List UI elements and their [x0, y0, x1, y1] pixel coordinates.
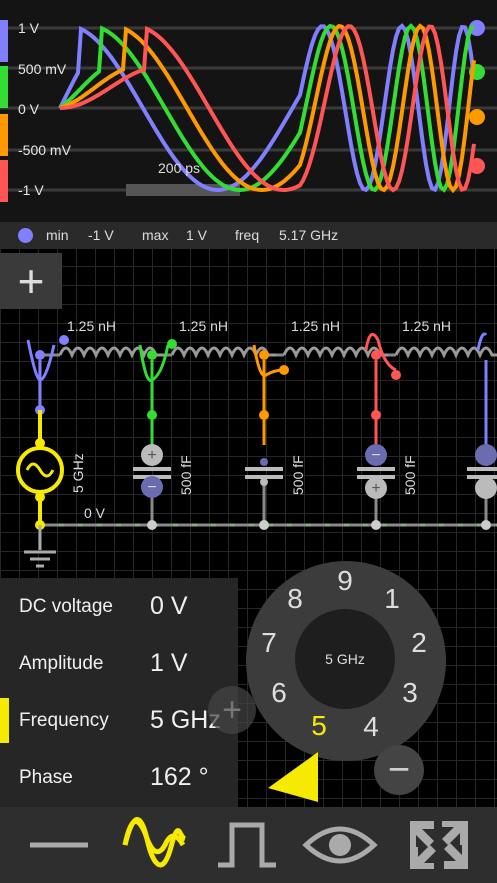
increment-button[interactable]: + — [208, 686, 256, 734]
shuffle-icon[interactable] — [390, 807, 489, 883]
add-component-button[interactable]: + — [0, 253, 62, 309]
sine-source-tool-icon[interactable] — [105, 807, 204, 883]
inductor-label-2: 1.25 nH — [179, 318, 229, 334]
property-value: 1 V — [150, 649, 188, 677]
inductor-label-1: 1.25 nH — [67, 318, 117, 334]
property-frequency[interactable]: Frequency 5 GHz — [0, 692, 238, 749]
svg-text:−: − — [147, 479, 156, 496]
freq-value: 5.17 GHz — [279, 227, 339, 243]
rotary-dial[interactable]: 5 GHz 9 1 2 3 4 5 6 7 8 — [246, 561, 446, 761]
decrement-button[interactable]: − — [374, 745, 424, 795]
max-label: max — [142, 227, 169, 243]
oscilloscope-panel[interactable]: 1 V 500 mV 0 V -500 mV -1 V 200 ps — [0, 0, 497, 222]
ground-voltage-label: 0 V — [84, 505, 106, 521]
oscilloscope-plot — [0, 20, 497, 196]
property-label: Frequency — [19, 710, 109, 731]
dial-number-5[interactable]: 5 — [304, 710, 334, 742]
freq-label: freq — [235, 227, 260, 243]
y-label-minus-1v: -1 V — [18, 182, 44, 198]
property-dc-voltage[interactable]: DC voltage 0 V — [0, 578, 238, 635]
dial-number-8[interactable]: 8 — [280, 583, 310, 615]
capacitor-label-1: 500 fF — [178, 455, 194, 495]
channel-3-swatch — [0, 114, 8, 156]
dial-number-3[interactable]: 3 — [395, 677, 425, 709]
property-label: Phase — [19, 767, 73, 788]
min-label: min — [46, 227, 69, 243]
timebase-label: 200 ps — [158, 160, 201, 176]
inductor-label-3: 1.25 nH — [291, 318, 341, 334]
property-label: Amplitude — [19, 653, 104, 674]
source-frequency-label: 5 GHz — [70, 453, 86, 493]
y-label-0v: 0 V — [18, 101, 40, 117]
wire-tool-icon[interactable] — [10, 807, 109, 883]
pulse-source-tool-icon[interactable] — [198, 807, 297, 883]
channel-4-swatch — [0, 160, 8, 202]
y-label-minus-500mv: -500 mV — [18, 142, 71, 158]
bottom-toolbar — [0, 807, 497, 883]
dial-center-value: 5 GHz — [295, 609, 395, 709]
inductor-label-4: 1.25 nH — [402, 318, 452, 334]
eye-icon[interactable] — [290, 807, 389, 883]
property-label: DC voltage — [19, 596, 113, 617]
probe-color-dot — [18, 228, 33, 243]
max-value: 1 V — [186, 227, 208, 243]
y-label-500mv: 500 mV — [18, 61, 67, 77]
channel-2-swatch — [0, 66, 8, 108]
property-value: 162 ° — [150, 763, 209, 791]
capacitor-label-2: 500 fF — [290, 455, 306, 495]
channel-3-end-dot — [469, 109, 485, 125]
property-amplitude[interactable]: Amplitude 1 V — [0, 635, 238, 692]
property-value: 0 V — [150, 592, 188, 620]
probe-stats-bar: min -1 V max 1 V freq 5.17 GHz — [0, 222, 497, 249]
dial-number-1[interactable]: 1 — [377, 583, 407, 615]
dial-number-2[interactable]: 2 — [404, 627, 434, 659]
svg-text:−: − — [371, 447, 380, 464]
channel-4-end-dot — [469, 158, 485, 174]
svg-text:+: + — [371, 480, 380, 497]
dial-number-6[interactable]: 6 — [264, 677, 294, 709]
y-label-1v: 1 V — [18, 20, 40, 36]
min-value: -1 V — [88, 227, 114, 243]
properties-panel: DC voltage 0 V Amplitude 1 V Frequency 5… — [0, 578, 238, 807]
svg-text:+: + — [147, 447, 156, 464]
dial-number-9[interactable]: 9 — [330, 565, 360, 597]
property-phase[interactable]: Phase 162 ° — [0, 749, 238, 806]
capacitor-label-3: 500 fF — [402, 455, 418, 495]
dial-number-7[interactable]: 7 — [254, 627, 284, 659]
channel-1-swatch — [0, 20, 8, 62]
dial-number-4[interactable]: 4 — [356, 711, 386, 743]
pointer-triangle-icon — [268, 752, 318, 802]
selected-indicator — [0, 698, 9, 743]
